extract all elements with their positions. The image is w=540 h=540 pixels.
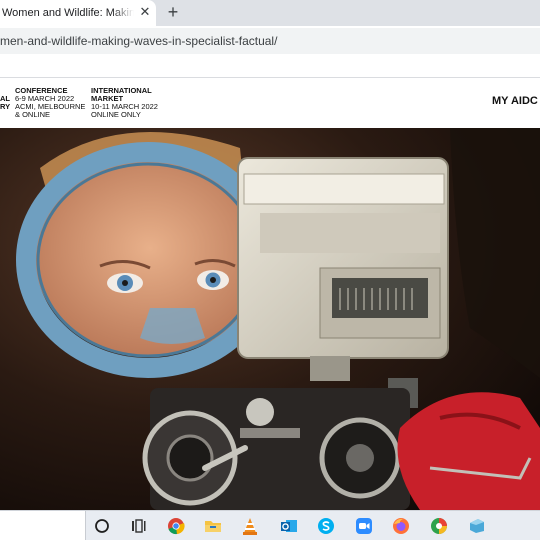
cortana-icon[interactable] <box>92 516 112 536</box>
hero-image <box>0 128 540 510</box>
app-icon[interactable] <box>467 516 487 536</box>
taskbar <box>0 510 540 540</box>
url-text[interactable]: men-and-wildlife-making-waves-in-special… <box>0 34 277 48</box>
browser-toolbar: men-and-wildlife-making-waves-in-special… <box>0 26 540 56</box>
skype-icon[interactable] <box>316 516 336 536</box>
browser-tab[interactable]: Women and Wildlife: Making Wa ✕ <box>0 0 156 26</box>
conference-info[interactable]: CONFERENCE 6-9 MARCH 2022 ACMI, MELBOURN… <box>15 87 85 119</box>
vlc-icon[interactable] <box>240 516 260 536</box>
zoom-icon[interactable] <box>354 516 374 536</box>
task-view-icon[interactable] <box>128 516 148 536</box>
header-logo-fragment[interactable]: AL RY <box>0 95 10 111</box>
outlook-icon[interactable] <box>279 516 299 536</box>
chrome-icon[interactable] <box>166 516 186 536</box>
file-explorer-icon[interactable] <box>203 516 223 536</box>
address-bar[interactable]: men-and-wildlife-making-waves-in-special… <box>0 28 540 54</box>
close-icon[interactable]: ✕ <box>137 4 153 20</box>
new-tab-button[interactable]: + <box>163 2 183 22</box>
conference-online: & ONLINE <box>15 110 51 119</box>
taskbar-search-box[interactable] <box>0 511 86 540</box>
tab-strip: Women and Wildlife: Making Wa ✕ + <box>0 0 540 26</box>
firefox-icon[interactable] <box>391 516 411 536</box>
site-header: AL RY CONFERENCE 6-9 MARCH 2022 ACMI, ME… <box>0 78 540 128</box>
logo-fragment-line: RY <box>0 102 11 111</box>
my-aidc-link[interactable]: MY AIDC <box>492 95 538 107</box>
diver-photo <box>0 128 540 510</box>
tab-title-fade <box>112 2 134 24</box>
market-online: ONLINE ONLY <box>91 110 141 119</box>
browser-icon[interactable] <box>429 516 449 536</box>
market-info[interactable]: INTERNATIONAL MARKET 10-11 MARCH 2022 ON… <box>91 87 158 119</box>
